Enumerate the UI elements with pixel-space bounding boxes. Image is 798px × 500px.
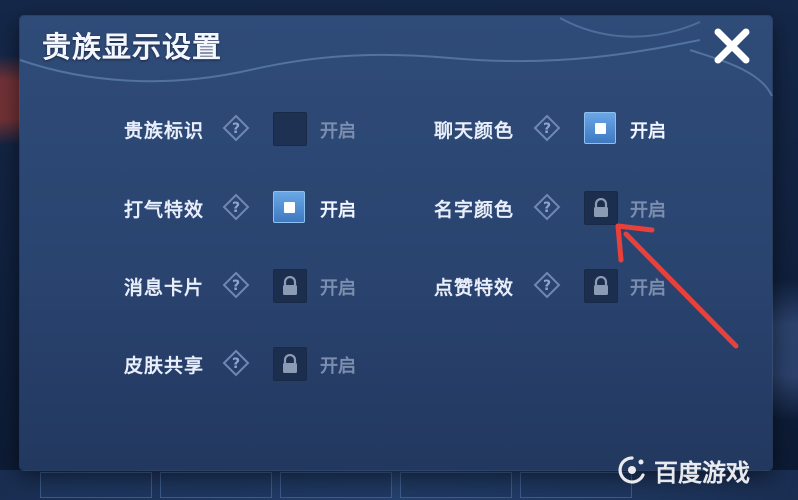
help-icon[interactable]: ? — [222, 349, 250, 377]
skin-share-checkbox — [273, 347, 307, 381]
help-icon[interactable]: ? — [533, 271, 561, 299]
lock-icon — [594, 198, 608, 217]
help-icon[interactable]: ? — [222, 193, 250, 221]
chat-color-state: 开启 — [630, 121, 666, 142]
name-color-checkbox — [584, 191, 618, 225]
noble-badge-label: 贵族标识 — [124, 120, 205, 142]
chat-color-checkbox[interactable] — [584, 112, 616, 144]
help-icon[interactable]: ? — [222, 114, 250, 142]
help-icon[interactable]: ? — [222, 271, 250, 299]
message-card-checkbox — [273, 269, 307, 303]
help-icon[interactable]: ? — [533, 114, 561, 142]
cheer-effect-state: 开启 — [320, 200, 356, 221]
cheer-effect-checkbox[interactable] — [273, 191, 305, 223]
svg-text:?: ? — [232, 278, 240, 294]
cheer-effect-label: 打气特效 — [124, 199, 205, 221]
help-icon[interactable]: ? — [533, 193, 561, 221]
message-card-state: 开启 — [320, 278, 356, 299]
lock-icon — [594, 276, 608, 295]
lock-icon — [283, 276, 297, 295]
svg-text:?: ? — [232, 356, 240, 372]
like-effect-label: 点赞特效 — [434, 277, 515, 299]
noble-badge-state: 开启 — [320, 121, 356, 142]
svg-text:?: ? — [543, 200, 551, 216]
chat-color-label: 聊天颜色 — [434, 120, 515, 142]
skin-share-state: 开启 — [320, 356, 356, 377]
watermark: 百度游戏 — [616, 452, 750, 488]
noble-badge-checkbox[interactable] — [273, 112, 307, 146]
name-color-label: 名字颜色 — [434, 199, 515, 221]
skin-share-label: 皮肤共享 — [124, 355, 205, 377]
watermark-text: 百度游戏 — [654, 458, 750, 487]
svg-text:?: ? — [232, 121, 240, 137]
lock-icon — [283, 354, 297, 373]
baidu-game-logo-icon — [618, 456, 645, 484]
like-effect-state: 开启 — [630, 278, 666, 299]
name-color-state: 开启 — [630, 200, 666, 221]
message-card-label: 消息卡片 — [124, 277, 205, 299]
svg-text:?: ? — [543, 278, 551, 294]
svg-text:?: ? — [543, 121, 551, 137]
like-effect-checkbox — [584, 269, 618, 303]
settings-grid: 贵族标识 ? 开启 聊天颜色 ? 开启 打气特效 ? 开启 名字颜色 ? 开启 … — [0, 0, 798, 500]
svg-text:?: ? — [232, 200, 240, 216]
